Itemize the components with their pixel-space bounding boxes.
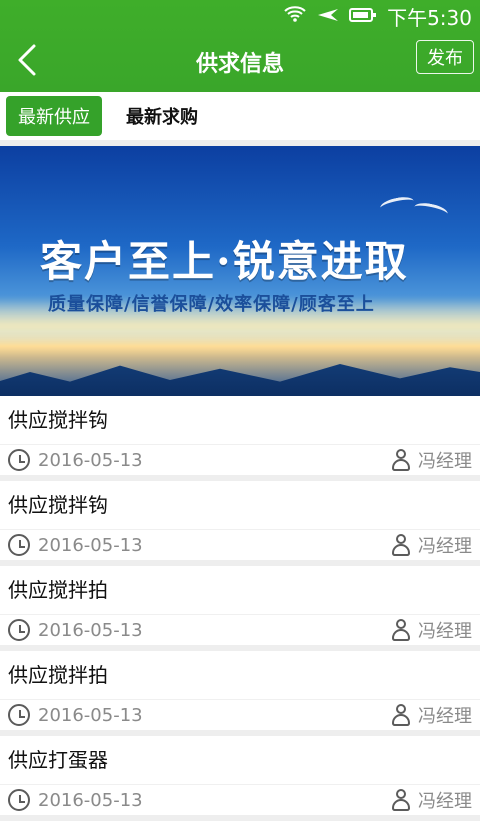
item-contact: 冯经理 (418, 451, 472, 472)
battery-icon (349, 4, 377, 28)
user-icon (392, 789, 410, 811)
item-contact-wrap: 冯经理 (392, 787, 472, 813)
list-item[interactable]: 供应搅拌钩 2016-05-13 冯经理 (0, 481, 480, 566)
item-date: 2016-05-13 (38, 789, 143, 811)
bird-icon (379, 194, 415, 215)
user-icon (392, 534, 410, 556)
clock-icon (8, 449, 30, 471)
promo-banner[interactable]: 客户至上·锐意进取 质量保障/信誉保障/效率保障/顾客至上 (0, 146, 480, 396)
banner-headline: 客户至上·锐意进取 (40, 237, 409, 286)
item-contact-wrap: 冯经理 (392, 447, 472, 473)
item-title: 供应搅拌拍 (8, 578, 108, 602)
item-title: 供应搅拌钩 (8, 493, 108, 517)
item-meta: 2016-05-13 冯经理 (0, 614, 480, 645)
user-icon (392, 449, 410, 471)
supply-list: 供应搅拌钩 2016-05-13 冯经理 供应搅拌钩 2016-05-13 冯经… (0, 396, 480, 821)
item-meta: 2016-05-13 冯经理 (0, 529, 480, 560)
item-date: 2016-05-13 (38, 449, 143, 471)
nav-bar: 供求信息 发布 (0, 32, 480, 92)
list-item[interactable]: 供应搅拌拍 2016-05-13 冯经理 (0, 651, 480, 736)
item-date-wrap: 2016-05-13 (8, 789, 143, 811)
clock-icon (8, 534, 30, 556)
item-contact-wrap: 冯经理 (392, 617, 472, 643)
status-bar: 下午5:30 (0, 0, 480, 32)
banner-subline: 质量保障/信誉保障/效率保障/顾客至上 (48, 294, 375, 315)
tab-latest-demand[interactable]: 最新求购 (114, 96, 210, 136)
item-date: 2016-05-13 (38, 704, 143, 726)
clock-icon (8, 619, 30, 641)
item-date-wrap: 2016-05-13 (8, 534, 143, 556)
item-date-wrap: 2016-05-13 (8, 449, 143, 471)
user-icon (392, 704, 410, 726)
item-meta: 2016-05-13 冯经理 (0, 699, 480, 730)
bird-icon (413, 200, 449, 221)
item-contact: 冯经理 (418, 706, 472, 727)
airplane-mode-icon (317, 4, 339, 28)
tab-latest-supply[interactable]: 最新供应 (6, 96, 102, 136)
item-contact: 冯经理 (418, 621, 472, 642)
item-contact-wrap: 冯经理 (392, 702, 472, 728)
item-title: 供应搅拌拍 (8, 663, 108, 687)
list-item[interactable]: 供应搅拌拍 2016-05-13 冯经理 (0, 566, 480, 651)
status-time: 下午5:30 (387, 5, 472, 30)
item-date-wrap: 2016-05-13 (8, 619, 143, 641)
clock-icon (8, 704, 30, 726)
publish-button[interactable]: 发布 (416, 40, 474, 74)
page-title: 供求信息 (195, 52, 284, 77)
tab-bar: 最新供应 最新求购 (0, 92, 480, 146)
item-date: 2016-05-13 (38, 534, 143, 556)
item-contact: 冯经理 (418, 791, 472, 812)
list-item[interactable]: 供应搅拌钩 2016-05-13 冯经理 (0, 396, 480, 481)
list-item[interactable]: 供应打蛋器 2016-05-13 冯经理 (0, 736, 480, 821)
item-title: 供应搅拌钩 (8, 408, 108, 432)
item-date: 2016-05-13 (38, 619, 143, 641)
clock-icon (8, 789, 30, 811)
user-icon (392, 619, 410, 641)
item-meta: 2016-05-13 冯经理 (0, 444, 480, 475)
item-contact: 冯经理 (418, 536, 472, 557)
item-contact-wrap: 冯经理 (392, 532, 472, 558)
item-date-wrap: 2016-05-13 (8, 704, 143, 726)
item-title: 供应打蛋器 (8, 748, 108, 772)
top-bar: 下午5:30 供求信息 发布 (0, 0, 480, 92)
wifi-icon (283, 4, 307, 28)
